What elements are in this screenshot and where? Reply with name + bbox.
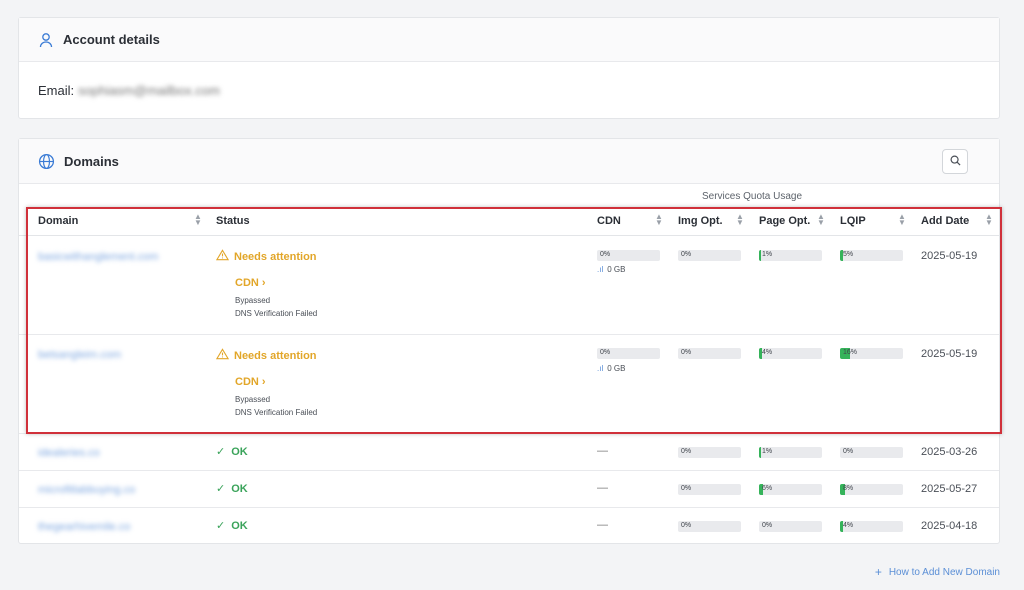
bandwidth-usage: .ıl 0 GB (597, 265, 626, 274)
status-text: Needs attention (234, 349, 317, 362)
user-icon (38, 32, 54, 48)
table-row: thegearhivemile.co ✓ OK — 0% 0% 4% 2025-… (19, 509, 999, 544)
warning-icon (215, 249, 234, 264)
account-details-header: Account details (19, 18, 999, 62)
domains-title: Domains (64, 153, 119, 169)
globe-icon (38, 153, 55, 170)
sort-icon[interactable]: ▲ ▼ (817, 213, 825, 227)
search-icon (950, 153, 961, 171)
cdn-usage-bar: 0% (597, 348, 660, 359)
status-text: OK (231, 519, 248, 532)
img-opt-usage-bar: 0% (678, 250, 741, 261)
status-needs-attention: Needs attention (215, 249, 317, 264)
table-row: microfitlabbuying.co ✓ OK — 0% 6% 8% 202… (19, 472, 999, 508)
account-details-card: Account details Email: sophiasm@mailbox.… (18, 17, 1000, 119)
lqip-usage-bar: 8% (840, 484, 903, 495)
status-text: OK (231, 445, 248, 458)
domain-link[interactable]: idealeries.co (38, 447, 100, 459)
domain-link[interactable]: betsangleim.com (38, 349, 121, 361)
table-row: betsangleim.com Needs attention CDN › By… (19, 336, 999, 434)
status-text: OK (231, 482, 248, 495)
bandwidth-usage: .ıl 0 GB (597, 364, 626, 373)
domains-card: Domains Services Quota Usage Domain ▲ ▼ S… (18, 138, 1000, 544)
table-row: basicwithanglement.com Needs attention C… (19, 237, 999, 335)
cdn-not-applicable: — (597, 445, 608, 457)
add-date: 2025-05-27 (921, 483, 978, 495)
col-page-opt[interactable]: Page Opt. (759, 215, 810, 227)
col-add-date[interactable]: Add Date (921, 215, 969, 227)
chevron-right-icon: › (261, 277, 266, 289)
detail-dns-failed: DNS Verification Failed (235, 408, 318, 417)
page-opt-usage-bar: 4% (759, 348, 822, 359)
img-opt-usage-bar: 0% (678, 484, 741, 495)
page-opt-usage-bar: 6% (759, 484, 822, 495)
status-text: Needs attention (234, 250, 317, 263)
domain-link[interactable]: microfitlabbuying.co (38, 484, 135, 496)
add-date: 2025-05-19 (921, 250, 978, 262)
page-opt-usage-bar: 1% (759, 447, 822, 458)
status-ok: ✓ OK (216, 482, 248, 496)
add-date: 2025-05-19 (921, 348, 978, 360)
sort-icon[interactable]: ▲ ▼ (985, 213, 993, 227)
detail-bypassed: Bypassed (235, 296, 271, 305)
plus-icon: + (874, 565, 882, 579)
col-img-opt[interactable]: Img Opt. (678, 215, 723, 227)
chevron-right-icon: › (261, 376, 266, 388)
lqip-usage-bar: 4% (840, 521, 903, 532)
check-icon: ✓ (216, 446, 226, 458)
img-opt-usage-bar: 0% (678, 348, 741, 359)
check-icon: ✓ (216, 483, 226, 495)
check-icon: ✓ (216, 520, 226, 532)
cdn-not-applicable: — (597, 482, 608, 494)
detail-dns-failed: DNS Verification Failed (235, 309, 318, 318)
email-label: Email: (38, 83, 75, 98)
img-opt-usage-bar: 0% (678, 447, 741, 458)
domain-link[interactable]: basicwithanglement.com (38, 251, 158, 263)
status-needs-attention: Needs attention (215, 348, 317, 363)
img-opt-usage-bar: 0% (678, 521, 741, 532)
page-opt-usage-bar: 0% (759, 521, 822, 532)
status-ok: ✓ OK (216, 445, 248, 459)
domain-link[interactable]: thegearhivemile.co (38, 521, 130, 533)
domains-header: Domains (19, 139, 999, 184)
search-button[interactable] (942, 149, 968, 174)
bar-chart-icon: .ıl (597, 265, 604, 274)
col-status: Status (216, 215, 250, 227)
table-header: Domain ▲ ▼ Status CDN ▲ ▼ Img Opt. ▲ ▼ Page… (19, 209, 999, 236)
lqip-usage-bar: 16% (840, 348, 903, 359)
sort-icon[interactable]: ▲ ▼ (736, 213, 744, 227)
lqip-usage-bar: 0% (840, 447, 903, 458)
sort-icon[interactable]: ▲ ▼ (655, 213, 663, 227)
how-to-add-domain-link[interactable]: + How to Add New Domain (875, 565, 1000, 579)
table-row: idealeries.co ✓ OK — 0% 1% 0% 2025-03-26 (19, 435, 999, 471)
add-date: 2025-03-26 (921, 446, 978, 458)
col-lqip[interactable]: LQIP (840, 215, 866, 227)
services-quota-label: Services Quota Usage (702, 191, 803, 202)
cdn-detail-link[interactable]: CDN › (235, 277, 266, 289)
cdn-usage-bar: 0% (597, 250, 660, 261)
status-ok: ✓ OK (216, 519, 248, 533)
cdn-not-applicable: — (597, 519, 608, 531)
detail-bypassed: Bypassed (235, 395, 271, 404)
email-value: sophiasm@mailbox.com (78, 83, 220, 98)
lqip-usage-bar: 5% (840, 250, 903, 261)
page-opt-usage-bar: 1% (759, 250, 822, 261)
warning-icon (215, 348, 234, 363)
col-domain[interactable]: Domain (38, 215, 78, 227)
sort-icon[interactable]: ▲ ▼ (898, 213, 906, 227)
col-cdn[interactable]: CDN (597, 215, 621, 227)
sort-icon[interactable]: ▲ ▼ (194, 213, 202, 227)
bar-chart-icon: .ıl (597, 364, 604, 373)
account-details-title: Account details (63, 32, 160, 47)
add-date: 2025-04-18 (921, 520, 978, 532)
cdn-detail-link[interactable]: CDN › (235, 376, 266, 388)
